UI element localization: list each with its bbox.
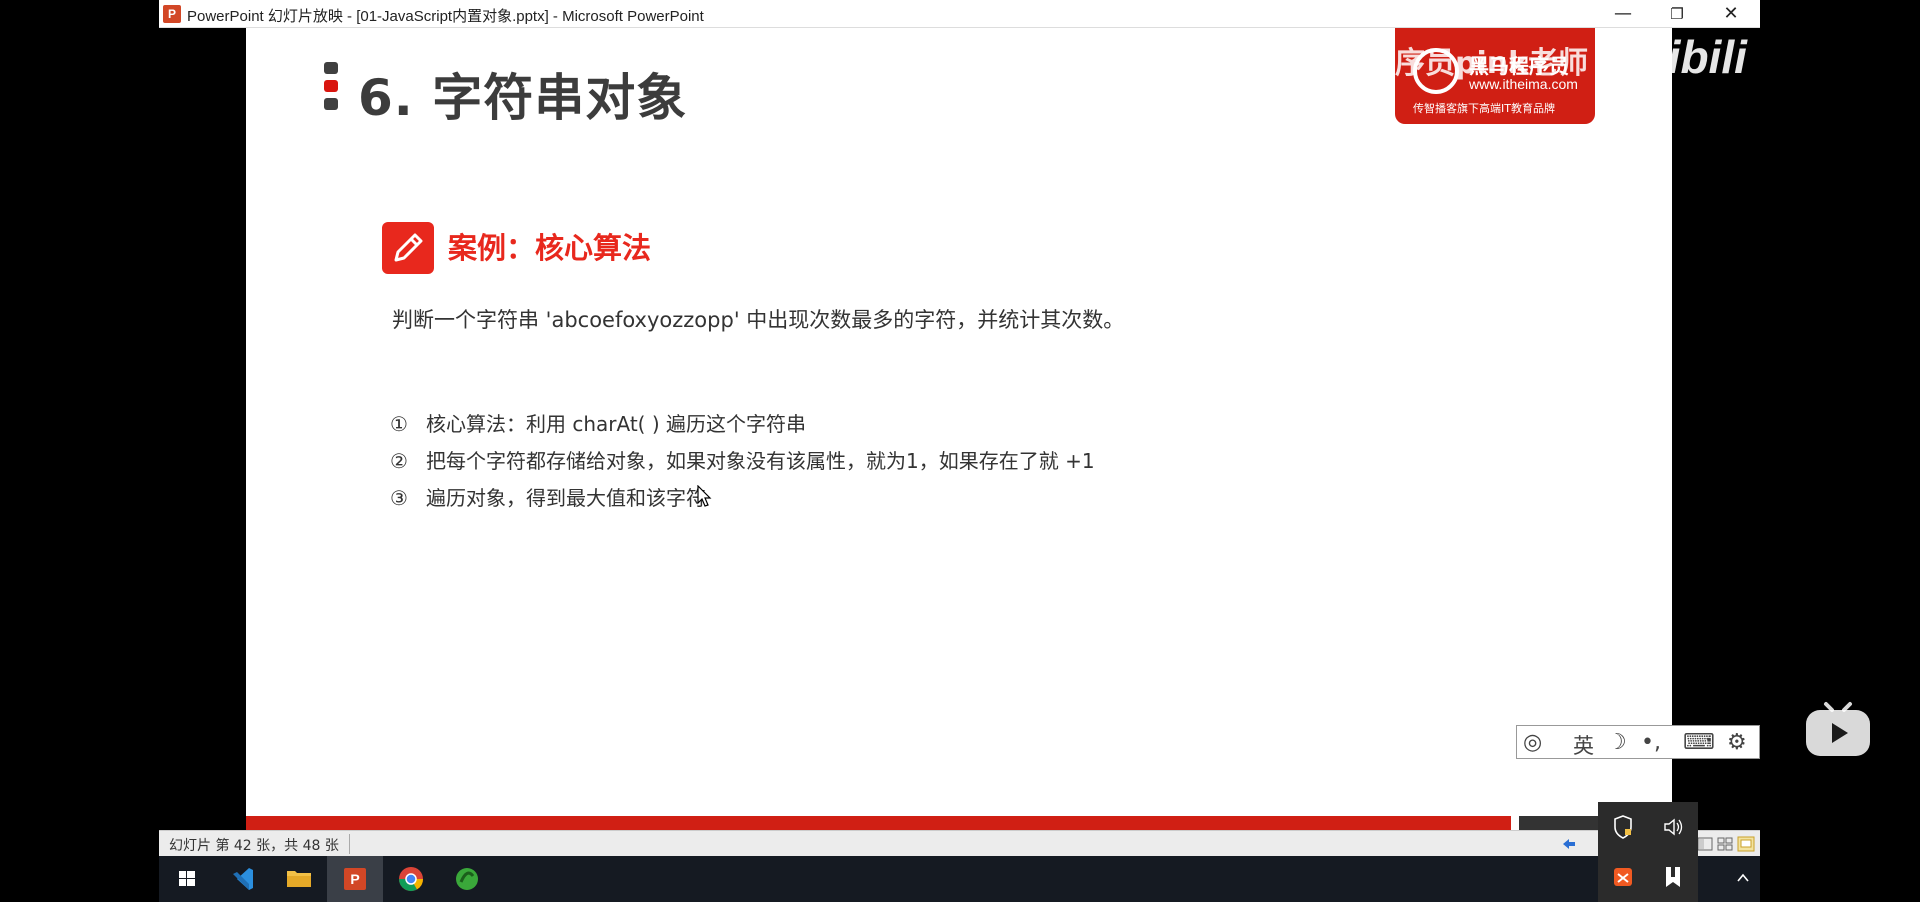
windows-icon [179, 871, 195, 886]
pencil-icon [382, 222, 434, 274]
title-bar[interactable]: P PowerPoint 幻灯片放映 - [01-JavaScript内置对象.… [159, 0, 1760, 28]
ime-toolbar[interactable]: ◎ 英 ☽ •, ⌨ ⚙ [1516, 725, 1760, 759]
tray-security[interactable] [1598, 802, 1648, 852]
svg-text:P: P [350, 871, 359, 887]
ime-logo-icon[interactable]: ◎ [1523, 730, 1542, 755]
slideshow-view-icon[interactable] [1737, 836, 1755, 852]
close-button[interactable]: ✕ [1704, 0, 1758, 28]
step-text: 遍历对象，得到最大值和该字符 [426, 486, 706, 510]
screen: P PowerPoint 幻灯片放映 - [01-JavaScript内置对象.… [0, 0, 1920, 902]
case-title: 案例：核心算法 [448, 231, 652, 265]
step-item: ① 核心算法：利用 charAt( ) 遍历这个字符串 [390, 408, 806, 437]
powerpoint-taskbar-button[interactable]: P [327, 856, 383, 902]
tray-orange-app[interactable] [1598, 852, 1648, 902]
shield-icon [1614, 815, 1632, 839]
brand-slogan: 传智播客旗下高端IT教育品牌 [1413, 102, 1555, 115]
bilibili-logo: bilibili [1614, 31, 1747, 83]
restore-button[interactable]: ❐ [1650, 0, 1704, 28]
punctuation-icon[interactable]: •, [1641, 730, 1661, 755]
back-arrow-icon[interactable] [1562, 838, 1576, 850]
step-item: ② 把每个字符都存储给对象，如果对象没有该属性，就为1，如果存在了就 +1 [390, 445, 1095, 474]
step-text: 核心算法：利用 charAt( ) 遍历这个字符串 [426, 412, 806, 436]
step-number: ③ [390, 486, 408, 510]
tray-volume[interactable] [1648, 802, 1698, 852]
chevron-up-icon[interactable] [1736, 871, 1750, 885]
chrome-taskbar-button[interactable] [383, 856, 439, 902]
window-title: PowerPoint 幻灯片放映 - [01-JavaScript内置对象.pp… [187, 8, 704, 25]
tray-bookmark-app[interactable] [1648, 852, 1698, 902]
folder-icon [287, 871, 311, 887]
orange-app-icon [1614, 868, 1632, 886]
mouse-cursor-icon [697, 485, 712, 507]
keyboard-icon[interactable]: ⌨ [1683, 730, 1715, 755]
question-text: 判断一个字符串 'abcoefoxyozzopp' 中出现次数最多的字符，并统计… [392, 308, 1125, 332]
step-item: ③ 遍历对象，得到最大值和该字符 [390, 482, 706, 511]
moon-icon[interactable]: ☽ [1607, 730, 1627, 755]
vscode-taskbar-button[interactable] [215, 856, 271, 902]
sorter-view-icon[interactable] [1717, 836, 1733, 852]
green-app-taskbar-button[interactable] [439, 856, 495, 902]
windows-start-button[interactable] [159, 856, 215, 902]
chrome-icon [399, 867, 423, 892]
step-text: 把每个字符都存储给对象，如果对象没有该属性，就为1，如果存在了就 +1 [426, 449, 1095, 473]
step-number: ① [390, 412, 408, 436]
ime-mode-toggle[interactable]: 英 [1573, 730, 1594, 760]
taskbar: P [159, 856, 1760, 902]
vscode-icon [233, 868, 253, 890]
powerpoint-icon: P [344, 868, 366, 890]
status-divider [349, 834, 350, 854]
bookmark-icon [1666, 867, 1680, 887]
green-app-icon [456, 868, 478, 890]
video-watermark: 黑马程序员pink老师 [1305, 46, 1589, 81]
step-number: ② [390, 449, 408, 473]
powerpoint-app-icon[interactable]: P [163, 5, 181, 23]
slide-footer-bar [246, 816, 1511, 830]
tray-overflow-popup [1598, 802, 1698, 902]
file-explorer-taskbar-button[interactable] [271, 856, 327, 902]
bilibili-play-icon[interactable] [1804, 698, 1872, 758]
title-bullet-icon [324, 62, 338, 112]
status-bar: 幻灯片 第 42 张，共 48 张 [159, 830, 1760, 856]
speaker-icon [1664, 818, 1683, 836]
minimize-button[interactable]: — [1596, 0, 1650, 28]
slide-counter: 幻灯片 第 42 张，共 48 张 [169, 838, 339, 854]
slide[interactable]: 6. 字符串对象 黑马程序员 www.itheima.com 传智播客旗下高端I… [246, 28, 1672, 830]
normal-view-icon[interactable] [1697, 836, 1713, 852]
slide-title: 6. 字符串对象 [358, 69, 688, 127]
gear-icon[interactable]: ⚙ [1727, 730, 1747, 755]
